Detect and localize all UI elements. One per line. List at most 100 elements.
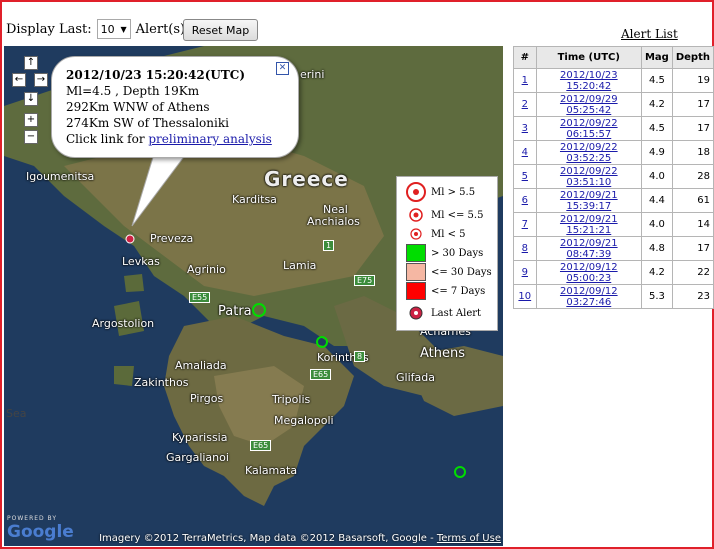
table-cell: 7 — [513, 212, 537, 237]
table-cell: 8 — [513, 236, 537, 261]
table-cell: 2012/09/29 05:25:42 — [535, 92, 642, 117]
alert-magnitude: 4.8 — [640, 236, 673, 261]
alert-table: # Time (UTC) Mag Depth 1 2012/10/23 15:20… — [513, 46, 714, 309]
balloon-link-line: Click link for preliminary analysis — [66, 132, 272, 146]
table-row: 4 2012/09/22 03:52:25 4.9 18 — [513, 140, 714, 165]
balloon-magnitude: Ml=4.5 , Depth 19Km — [66, 84, 200, 98]
map-copyright: Imagery ©2012 TerraMetrics, Map data ©20… — [99, 533, 501, 544]
alert-time-link[interactable]: 2012/09/21 08:47:39 — [560, 238, 618, 260]
table-cell: 2012/10/23 15:20:42 — [535, 68, 642, 93]
alert-number-link[interactable]: 1 — [522, 75, 528, 86]
table-row: 9 2012/09/12 05:00:23 4.2 22 — [513, 260, 714, 285]
alert-number-link[interactable]: 8 — [522, 243, 528, 254]
table-cell: 2012/09/12 05:00:23 — [535, 260, 642, 285]
alert-number-link[interactable]: 7 — [522, 219, 528, 230]
week-swatch — [406, 282, 426, 300]
older-swatch — [406, 244, 426, 262]
table-cell: 2012/09/22 03:51:10 — [535, 164, 642, 189]
alert-magnitude: 4.0 — [640, 212, 673, 237]
col-mag: Mag — [640, 46, 673, 69]
info-balloon: ✕ 2012/10/23 15:20:42(UTC) Ml=4.5 , Dept… — [51, 56, 299, 158]
alert-time-link[interactable]: 2012/10/23 15:20:42 — [560, 70, 618, 92]
alert-number-link[interactable]: 6 — [522, 195, 528, 206]
reset-map-button[interactable]: Reset Map — [183, 19, 258, 41]
google-wordmark: Google — [7, 522, 74, 542]
alert-depth: 61 — [671, 188, 714, 213]
alert-time-link[interactable]: 2012/09/21 15:21:21 — [560, 214, 618, 236]
balloon-title: 2012/10/23 15:20:42(UTC) — [66, 68, 245, 82]
legend-item: Ml < 5 — [405, 225, 466, 243]
alert-number-link[interactable]: 4 — [522, 147, 528, 158]
alert-time-link[interactable]: 2012/09/12 05:00:23 — [560, 262, 618, 284]
legend-item: Ml > 5.5 — [405, 181, 475, 203]
alert-number-link[interactable]: 2 — [522, 99, 528, 110]
table-cell: 9 — [513, 260, 537, 285]
alert-depth: 19 — [671, 68, 714, 93]
alert-magnitude: 4.4 — [640, 188, 673, 213]
table-cell: 2012/09/21 08:47:39 — [535, 236, 642, 261]
table-row: 6 2012/09/21 15:39:17 4.4 61 — [513, 188, 714, 213]
alert-depth: 23 — [671, 284, 714, 309]
legend-item: Ml <= 5.5 — [405, 206, 483, 224]
alert-depth: 17 — [671, 116, 714, 141]
alert-time-link[interactable]: 2012/09/29 05:25:42 — [560, 94, 618, 116]
balloon-link-prefix: Click link for — [66, 132, 149, 146]
alert-list-title: Alert List — [621, 27, 678, 41]
legend-item: > 30 Days — [405, 244, 483, 262]
table-cell: 3 — [513, 116, 537, 141]
alert-depth: 22 — [671, 260, 714, 285]
large-quake-icon — [405, 181, 427, 203]
small-quake-icon — [405, 227, 427, 241]
table-row: 2 2012/09/29 05:25:42 4.2 17 — [513, 92, 714, 117]
display-controls: Display Last: 10 ▼ Alert(s) — [6, 19, 185, 39]
alert-depth: 14 — [671, 212, 714, 237]
table-row: 8 2012/09/21 08:47:39 4.8 17 — [513, 236, 714, 261]
alert-count-select[interactable]: 10 ▼ — [96, 19, 131, 39]
col-time: Time (UTC) — [535, 46, 642, 69]
alert-depth: 17 — [671, 92, 714, 117]
google-logo: POWERED BY Google — [7, 515, 74, 542]
alert-magnitude: 4.0 — [640, 164, 673, 189]
alert-time-link[interactable]: 2012/09/22 03:51:10 — [560, 166, 618, 188]
alert-magnitude: 4.2 — [640, 92, 673, 117]
alert-number-link[interactable]: 10 — [518, 291, 531, 302]
table-cell: 2 — [513, 92, 537, 117]
map-view[interactable]: Igoumenitsa Greece Karditsa Preveza Neal… — [4, 46, 503, 546]
table-cell: 2012/09/21 15:39:17 — [535, 188, 642, 213]
chevron-down-icon: ▼ — [120, 24, 127, 34]
balloon-distance-thessaloniki: 274Km SW of Thessaloniki — [66, 116, 229, 130]
legend-item: Last Alert — [405, 304, 481, 322]
table-cell: 2012/09/22 03:52:25 — [535, 140, 642, 165]
preliminary-analysis-link[interactable]: preliminary analysis — [148, 132, 271, 146]
table-cell: 2012/09/21 15:21:21 — [535, 212, 642, 237]
alert-number-link[interactable]: 9 — [522, 267, 528, 278]
table-cell: 2012/09/12 03:27:46 — [535, 284, 642, 309]
alert-number-link[interactable]: 5 — [522, 171, 528, 182]
col-depth: Depth — [671, 46, 714, 69]
alert-time-link[interactable]: 2012/09/12 03:27:46 — [560, 286, 618, 308]
alert-magnitude: 5.3 — [640, 284, 673, 309]
alert-count-value: 10 — [100, 22, 115, 36]
alert-number-link[interactable]: 3 — [522, 123, 528, 134]
alert-magnitude: 4.9 — [640, 140, 673, 165]
table-cell: 5 — [513, 164, 537, 189]
month-swatch — [406, 263, 426, 281]
terms-of-use-link[interactable]: Terms of Use — [437, 533, 501, 544]
alert-time-link[interactable]: 2012/09/22 06:15:57 — [560, 118, 618, 140]
alert-time-link[interactable]: 2012/09/21 15:39:17 — [560, 190, 618, 212]
alert-time-link[interactable]: 2012/09/22 03:52:25 — [560, 142, 618, 164]
last-alert-icon — [405, 305, 427, 321]
medium-quake-icon — [405, 207, 427, 223]
alert-depth: 18 — [671, 140, 714, 165]
table-row: 10 2012/09/12 03:27:46 5.3 23 — [513, 284, 714, 309]
alert-magnitude: 4.2 — [640, 260, 673, 285]
table-cell: 6 — [513, 188, 537, 213]
table-row: 1 2012/10/23 15:20:42 4.5 19 — [513, 68, 714, 93]
display-last-label: Display Last: — [6, 21, 92, 37]
close-icon[interactable]: ✕ — [276, 62, 289, 75]
balloon-distance-athens: 292Km WNW of Athens — [66, 100, 210, 114]
alert-depth: 17 — [671, 236, 714, 261]
table-header-row: # Time (UTC) Mag Depth — [513, 46, 714, 69]
map-legend: Ml > 5.5 Ml <= 5.5 Ml < 5 > 30 Days <= 3… — [396, 176, 498, 331]
alerts-label: Alert(s) — [135, 21, 186, 37]
